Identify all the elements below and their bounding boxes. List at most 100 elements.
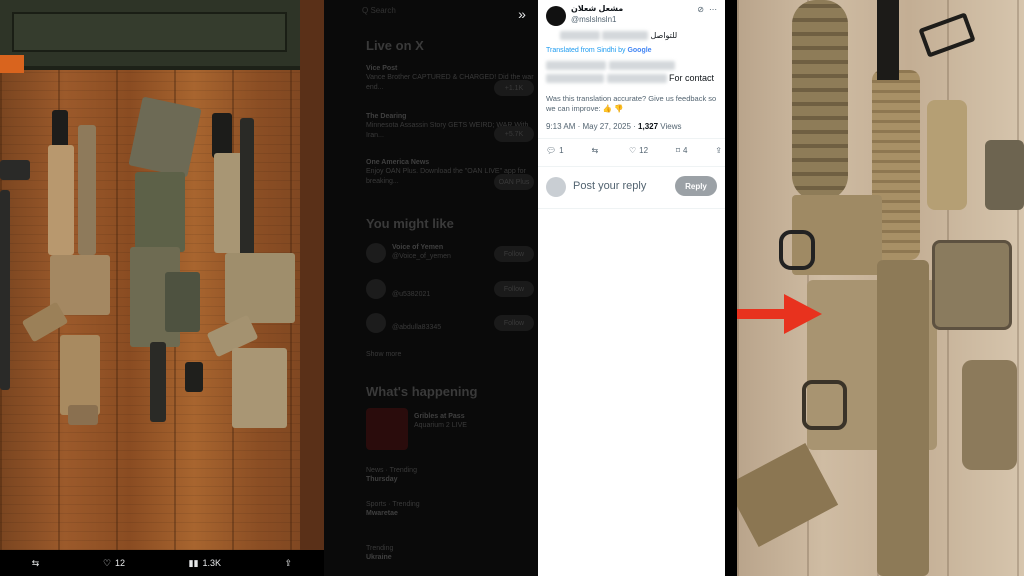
- blurred-text: [608, 61, 675, 71]
- display-name[interactable]: مشعل شعلان: [571, 4, 623, 13]
- like-count: 12: [115, 558, 126, 568]
- ammo-crate: [0, 0, 300, 70]
- grok-icon[interactable]: ⊘: [697, 5, 704, 14]
- magnifier: [962, 360, 1017, 470]
- orange-object: [0, 55, 24, 73]
- divider: [538, 166, 725, 167]
- like-count: 12: [639, 146, 649, 155]
- divider: [538, 208, 725, 209]
- tweet-top-icons: ⊘ ⋯: [697, 5, 717, 14]
- trend-item[interactable]: Gribles at Pass Aquarium 2 LIVE: [414, 412, 524, 431]
- heart-icon: ♡: [628, 146, 637, 155]
- views-label: Views: [658, 122, 682, 131]
- bookmark-button[interactable]: ⌑ 4: [676, 146, 688, 155]
- side-mount: [985, 140, 1024, 210]
- suggestion-handle: @Voice_of_yemen: [392, 253, 451, 261]
- reply-submit-button[interactable]: Reply: [675, 176, 717, 196]
- reply-icon: 💬︎: [546, 146, 557, 155]
- rifle-digital-camo: [200, 108, 310, 438]
- like-button[interactable]: ♡ 12: [629, 146, 648, 155]
- suggestion-name: Voice of Yemen: [392, 244, 444, 251]
- share-button[interactable]: ⇪: [715, 146, 722, 155]
- trend-item[interactable]: News · Trending Thursday: [366, 466, 534, 485]
- blurred-text: [560, 31, 600, 41]
- avatar[interactable]: [366, 279, 386, 299]
- trend-meta: Sports · Trending: [366, 501, 420, 508]
- weapon-light: [927, 100, 967, 210]
- trend-meta: News · Trending: [366, 467, 417, 474]
- retweet-icon: ⇆: [31, 557, 40, 568]
- tweet-actions: 💬︎ 1 ⇆ ♡ 12 ⌑ 4 ⇪: [546, 146, 722, 155]
- live-source: Vice Post: [366, 65, 398, 72]
- search-input[interactable]: Q Search: [362, 6, 396, 15]
- tweet-translated-text: For contact: [546, 59, 718, 85]
- buffer-tube: [877, 260, 929, 576]
- live-source: The Dearing: [366, 113, 407, 120]
- launcher-barrel: [792, 0, 848, 200]
- heart-icon: ♡: [102, 557, 112, 568]
- tweet-timestamp[interactable]: 9:13 AM · May 27, 2025 · 1,327 Views: [546, 122, 682, 131]
- google-logo: Google: [627, 47, 652, 54]
- share-button[interactable]: ⇪: [285, 558, 293, 569]
- more-icon[interactable]: ⋯: [709, 5, 717, 14]
- avatar[interactable]: [366, 243, 386, 263]
- live-source: One America News: [366, 159, 430, 166]
- blurred-text: [606, 74, 667, 84]
- thumbs-up-icon[interactable]: 👍: [603, 104, 612, 113]
- user-handle[interactable]: @mslslnsln1: [571, 15, 616, 24]
- show-more-link[interactable]: Show more: [366, 350, 534, 359]
- divider: [538, 138, 725, 139]
- rifle-trigger-guard: [802, 380, 847, 430]
- red-arrow-shaft: [737, 309, 785, 319]
- blurred-text: [546, 61, 606, 71]
- trend-item[interactable]: Trending Ukraine: [366, 544, 534, 563]
- dimmed-timeline: Q Search Live on X Vice Post Vance Broth…: [324, 0, 538, 576]
- suggestion-handle: @abdulla83345: [392, 324, 442, 332]
- reply-button[interactable]: 💬︎ 1: [546, 146, 564, 155]
- trend-meta: Aquarium 2 LIVE: [414, 422, 467, 430]
- share-icon: ⇪: [284, 557, 293, 568]
- left-weapons-photo: [0, 0, 324, 550]
- right-closeup-photo: [737, 0, 1024, 576]
- follow-suggestion[interactable]: @u5382021: [392, 281, 492, 300]
- retweet-button[interactable]: ⇆: [32, 558, 40, 569]
- trend-thumbnail[interactable]: [366, 408, 408, 450]
- bookmark-icon: ⌑: [675, 146, 680, 155]
- who-to-follow-heading: You might like: [366, 216, 454, 231]
- views-button[interactable]: ▮▮ 1.3K: [189, 558, 221, 569]
- rifle-barrel: [877, 0, 899, 80]
- live-pill[interactable]: +1.1K: [494, 80, 534, 96]
- trend-label: Gribles at Pass: [414, 413, 465, 420]
- avatar[interactable]: [546, 6, 566, 26]
- follow-button[interactable]: Follow: [494, 246, 534, 262]
- trend-label: Ukraine: [366, 554, 392, 562]
- reply-input[interactable]: Post your reply: [573, 180, 646, 192]
- arabic-word: للتواصل: [650, 31, 678, 40]
- bar-chart-icon: ▮▮: [188, 557, 199, 568]
- feedback-text: Was this translation accurate? Give us f…: [546, 94, 717, 114]
- trend-item[interactable]: Sports · Trending Mwaretae: [366, 500, 534, 519]
- follow-suggestion[interactable]: @abdulla83345: [392, 314, 492, 333]
- avatar: [546, 177, 566, 197]
- live-pill[interactable]: OAN Plus: [494, 174, 534, 190]
- expand-button[interactable]: »: [512, 4, 532, 24]
- thumbs-down-icon[interactable]: 👎: [614, 104, 623, 113]
- whats-happening-heading: What's happening: [366, 384, 478, 399]
- avatar[interactable]: [366, 313, 386, 333]
- follow-suggestion[interactable]: Voice of Yemen @Voice_of_yemen: [392, 243, 492, 262]
- launcher-trigger-guard: [779, 230, 815, 270]
- like-button[interactable]: ♡ 12: [103, 558, 125, 569]
- retweet-button[interactable]: ⇆: [591, 146, 601, 155]
- follow-button[interactable]: Follow: [494, 281, 534, 297]
- trend-meta: Trending: [366, 545, 394, 552]
- translated-label[interactable]: Translated from Sindhi by Google: [546, 47, 652, 54]
- follow-button[interactable]: Follow: [494, 315, 534, 331]
- live-pill[interactable]: +5.7K: [494, 126, 534, 142]
- left-action-bar: ⇆ ♡ 12 ▮▮ 1.3K ⇪: [0, 550, 324, 576]
- red-arrow-icon: [784, 294, 822, 334]
- tweet-panel: مشعل شعلان @mslslnsln1 ⊘ ⋯ للتواصل Trans…: [538, 0, 725, 576]
- blurred-text: [546, 74, 604, 84]
- views-count: 1.3K: [202, 558, 222, 568]
- suggestion-handle: @u5382021: [392, 291, 431, 299]
- rifle-tan: [20, 105, 130, 435]
